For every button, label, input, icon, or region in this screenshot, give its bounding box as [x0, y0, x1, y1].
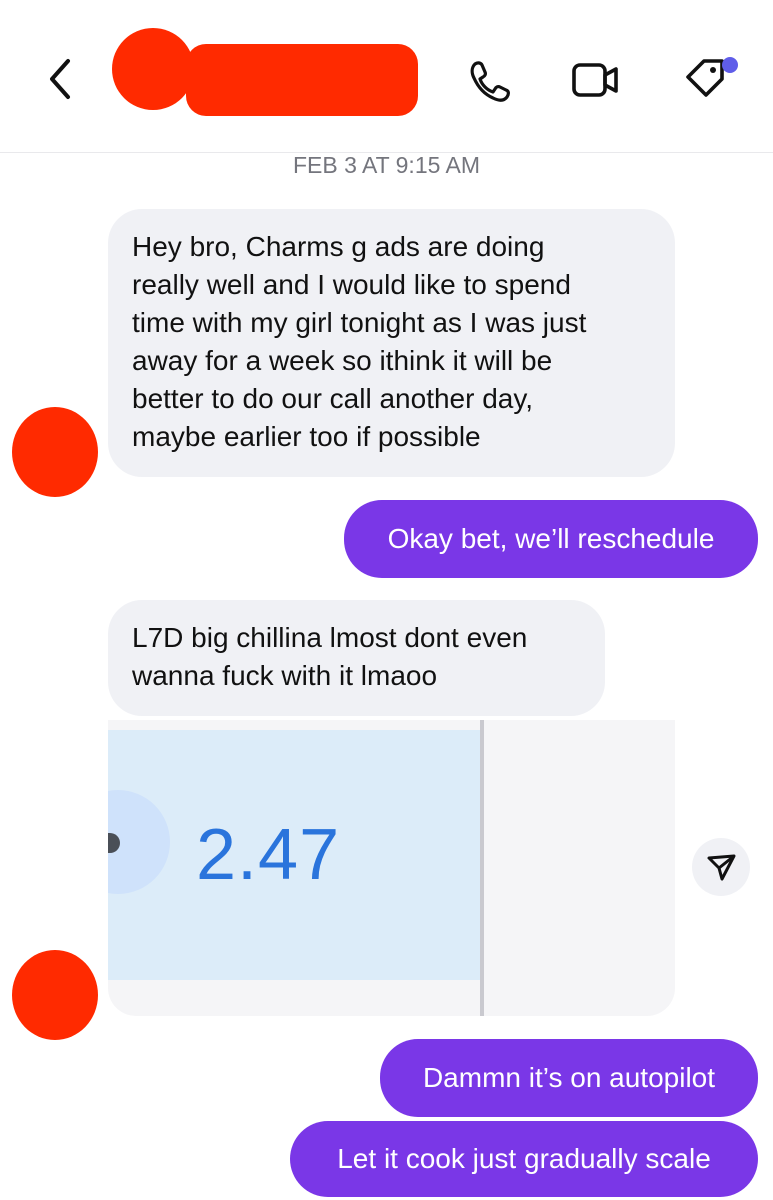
- attachment-metric-value: 2.47: [196, 815, 341, 895]
- phone-icon[interactable]: [464, 55, 514, 105]
- attachment-divider: [480, 720, 484, 1016]
- message-line: away for a week so ithink it will be: [132, 345, 553, 376]
- contact-name-redacted[interactable]: [186, 44, 418, 116]
- message-line: maybe earlier too if possible: [132, 421, 481, 452]
- message-line: Hey bro, Charms g ads are doing: [132, 231, 545, 262]
- share-arrow-icon: [707, 854, 736, 881]
- attachment-preview: 2.47: [108, 730, 482, 980]
- contact-avatar-redacted[interactable]: [112, 28, 194, 110]
- conversation-header: [0, 0, 773, 153]
- received-message-bubble[interactable]: Hey bro, Charms g ads are doing really w…: [108, 209, 675, 477]
- message-line: better to do our call another day,: [132, 383, 534, 414]
- sent-message-bubble[interactable]: Okay bet, we’ll reschedule: [344, 500, 758, 578]
- notification-badge: [722, 57, 738, 73]
- sent-message-bubble[interactable]: Dammn it’s on autopilot: [380, 1039, 758, 1117]
- message-line: L7D big chillina lmost dont even: [132, 622, 528, 653]
- video-camera-icon[interactable]: [570, 55, 620, 105]
- received-message-bubble[interactable]: L7D big chillina lmost dont even wanna f…: [108, 600, 605, 716]
- sent-message-bubble[interactable]: Let it cook just gradually scale: [290, 1121, 758, 1197]
- share-button[interactable]: [692, 838, 750, 896]
- message-line: wanna fuck with it lmaoo: [132, 660, 438, 691]
- chevron-left-icon[interactable]: [40, 55, 84, 103]
- sender-avatar[interactable]: [12, 950, 98, 1040]
- message-line: really well and I would like to spend: [132, 269, 571, 300]
- message-line: time with my girl tonight as I was just: [132, 307, 587, 338]
- sender-avatar[interactable]: [12, 407, 98, 497]
- message-timestamp: FEB 3 AT 9:15 AM: [292, 152, 481, 178]
- image-attachment[interactable]: 2.47: [108, 720, 675, 1016]
